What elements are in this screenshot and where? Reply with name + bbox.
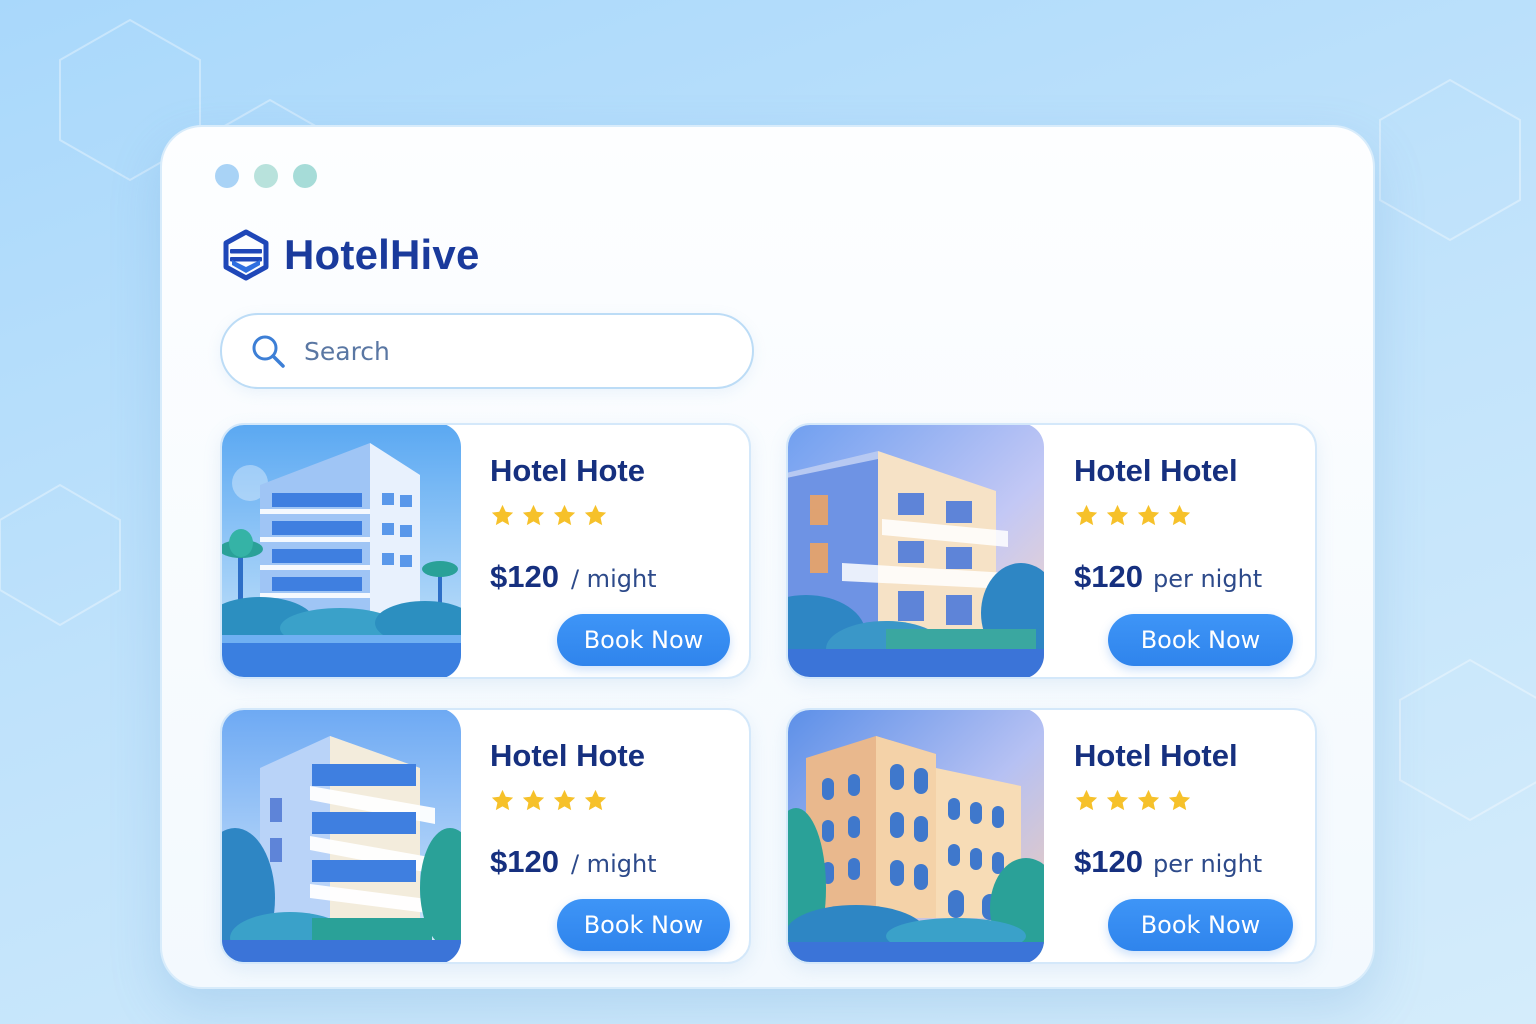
hotel-photo xyxy=(788,710,1044,962)
window-controls xyxy=(215,164,317,188)
hotel-card[interactable]: Hotel Hotel $120 per night Book Now xyxy=(786,708,1317,964)
hotel-photo xyxy=(788,425,1044,677)
price-amount: $120 xyxy=(1074,559,1143,594)
price-amount: $120 xyxy=(1074,844,1143,879)
hotel-price: $120 per night xyxy=(1074,844,1262,880)
star-icon xyxy=(584,789,607,811)
star-icon xyxy=(1106,789,1129,811)
star-icon xyxy=(1168,789,1191,811)
book-now-button[interactable]: Book Now xyxy=(557,899,730,951)
hotel-title: Hotel Hotel xyxy=(1074,738,1238,773)
hotel-price: $120 per night xyxy=(1074,559,1262,595)
brand-name: HotelHive xyxy=(284,231,480,278)
star-icon xyxy=(522,789,545,811)
hotel-price: $120 / might xyxy=(490,844,657,880)
hotel-card[interactable]: Hotel Hote $120 / might Book Now xyxy=(220,708,751,964)
app-window: HotelHive Search Hotel Hote $120 / might… xyxy=(160,125,1375,989)
price-unit: per night xyxy=(1152,850,1263,878)
hotel-photo xyxy=(222,425,461,677)
hexagon-logo-icon xyxy=(223,229,269,281)
star-icon xyxy=(522,504,545,526)
star-rating xyxy=(1074,788,1192,813)
price-amount: $120 xyxy=(490,559,559,594)
hotel-price: $120 / might xyxy=(490,559,657,595)
book-now-button[interactable]: Book Now xyxy=(1108,899,1293,951)
star-icon xyxy=(1106,504,1129,526)
hotel-card[interactable]: Hotel Hotel $120 per night Book Now xyxy=(786,423,1317,679)
star-icon xyxy=(1075,504,1098,526)
hotel-card[interactable]: Hotel Hote $120 / might Book Now xyxy=(220,423,751,679)
search-input[interactable] xyxy=(302,335,726,367)
star-icon xyxy=(584,504,607,526)
price-unit: / might xyxy=(570,565,657,593)
window-dot-minimize[interactable] xyxy=(254,164,278,188)
star-rating xyxy=(490,503,608,528)
star-icon xyxy=(553,789,576,811)
star-icon xyxy=(491,789,514,811)
star-icon xyxy=(1168,504,1191,526)
hotel-title: Hotel Hote xyxy=(490,738,645,773)
star-icon xyxy=(1137,789,1160,811)
window-dot-close[interactable] xyxy=(215,164,239,188)
star-icon xyxy=(1075,789,1098,811)
window-dot-maximize[interactable] xyxy=(293,164,317,188)
hotel-title: Hotel Hotel xyxy=(1074,453,1238,488)
price-unit: per night xyxy=(1152,565,1263,593)
brand[interactable]: HotelHive xyxy=(222,229,480,281)
price-amount: $120 xyxy=(490,844,559,879)
star-icon xyxy=(553,504,576,526)
star-icon xyxy=(491,504,514,526)
search-bar[interactable] xyxy=(220,313,754,389)
price-unit: / might xyxy=(570,850,657,878)
star-rating xyxy=(1074,503,1192,528)
book-now-button[interactable]: Book Now xyxy=(557,614,730,666)
book-now-button[interactable]: Book Now xyxy=(1108,614,1293,666)
hotel-photo xyxy=(222,710,461,962)
search-icon xyxy=(252,335,285,368)
star-icon xyxy=(1137,504,1160,526)
hotel-title: Hotel Hote xyxy=(490,453,645,488)
star-rating xyxy=(490,788,608,813)
